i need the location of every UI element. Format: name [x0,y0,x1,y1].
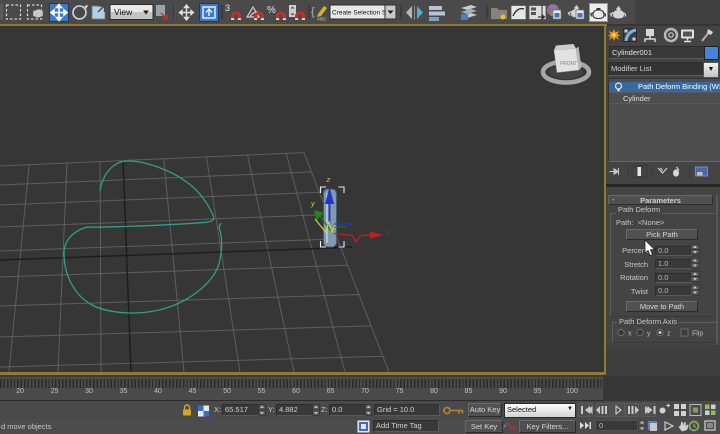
svg-text:x: x [628,331,632,338]
svg-text:Flip: Flip [692,331,703,338]
svg-text:z: z [667,331,671,338]
svg-text:FRONT: FRONT [560,61,577,67]
svg-text:{: { [311,6,315,18]
svg-text:3: 3 [225,3,230,13]
svg-text:0: 0 [599,421,603,430]
svg-text:Create Selection Se: Create Selection Se [332,10,390,17]
svg-text:View: View [114,7,133,17]
svg-text:ABC: ABC [317,17,327,22]
svg-text:z: z [326,175,331,184]
svg-text:y: y [647,331,651,338]
svg-text:%: % [267,5,276,16]
